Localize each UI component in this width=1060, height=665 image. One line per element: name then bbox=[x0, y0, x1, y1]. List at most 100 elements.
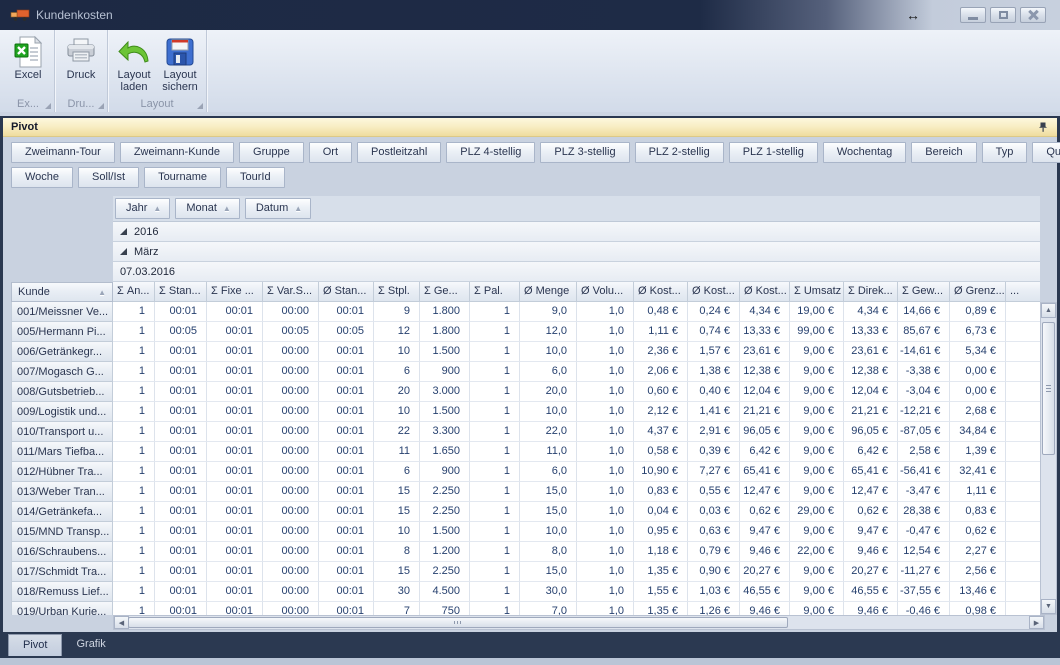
collapse-icon[interactable] bbox=[120, 228, 127, 235]
column-header[interactable]: Ø Volu... bbox=[577, 282, 634, 302]
column-header[interactable]: Σ Stan... bbox=[155, 282, 207, 302]
row-header[interactable]: 008/Gutsbetrieb... bbox=[11, 382, 113, 402]
column-header[interactable]: Ø Grenz... bbox=[950, 282, 1006, 302]
row-header[interactable]: 001/Meissner Ve... bbox=[11, 302, 113, 322]
data-cell: 9,00 € bbox=[790, 442, 844, 462]
column-header[interactable]: Σ Stpl. bbox=[374, 282, 420, 302]
scroll-up-icon[interactable]: ▲ bbox=[1041, 303, 1056, 318]
filter-field-chip-postleitzahl[interactable]: Postleitzahl bbox=[357, 142, 442, 163]
filter-field-chip-plz-4-stellig[interactable]: PLZ 4-stellig bbox=[446, 142, 536, 163]
row-header[interactable]: 017/Schmidt Tra... bbox=[11, 562, 113, 582]
restore-button[interactable] bbox=[990, 7, 1016, 23]
data-cell: 15,0 bbox=[520, 482, 577, 502]
data-cell: 1,57 € bbox=[688, 342, 740, 362]
data-cell: 12,04 € bbox=[844, 382, 898, 402]
data-cell: 1 bbox=[470, 382, 520, 402]
column-header[interactable]: Ø Kost... bbox=[688, 282, 740, 302]
pivot-band-m-rz[interactable]: März bbox=[113, 242, 1040, 262]
column-header[interactable]: Σ Fixe ... bbox=[207, 282, 263, 302]
filter-field-chip-zweimann-tour[interactable]: Zweimann-Tour bbox=[11, 142, 115, 163]
row-header[interactable]: 019/Urban Kurie... bbox=[11, 602, 113, 615]
pin-icon[interactable] bbox=[1037, 121, 1049, 133]
data-cell: 0,63 € bbox=[688, 522, 740, 542]
scroll-right-icon[interactable]: ▶ bbox=[1029, 616, 1044, 629]
column-header[interactable]: Ø Menge bbox=[520, 282, 577, 302]
filter-field-chip-plz-1-stellig[interactable]: PLZ 1-stellig bbox=[728, 142, 818, 163]
row-header[interactable]: 018/Remuss Lief... bbox=[11, 582, 113, 602]
filter-field-chip-ort[interactable]: Ort bbox=[308, 142, 353, 163]
excel-button[interactable]: Excel bbox=[6, 33, 50, 81]
filter-field-chip-bereich[interactable]: Bereich bbox=[911, 142, 977, 163]
filter-field-chip-wochentag[interactable]: Wochentag bbox=[822, 142, 907, 163]
dialog-launcher-icon[interactable] bbox=[197, 103, 203, 109]
horizontal-scrollbar[interactable]: ◀ ▶ bbox=[113, 615, 1045, 630]
filter-field-chip-woche[interactable]: Woche bbox=[11, 167, 74, 188]
data-cell: 15 bbox=[374, 482, 420, 502]
table-row: 1 00:01 00:01 00:00 00:01 11 1.650 1 11,0 1,0 0,58… bbox=[113, 442, 1040, 462]
data-cell: 30 bbox=[374, 582, 420, 602]
column-header[interactable]: Σ Gew... bbox=[898, 282, 950, 302]
row-header[interactable]: 013/Weber Tran... bbox=[11, 482, 113, 502]
column-header[interactable]: Σ An... bbox=[113, 282, 155, 302]
column-header[interactable]: Ø Stan... bbox=[319, 282, 374, 302]
column-header[interactable]: Σ Var.S... bbox=[263, 282, 319, 302]
column-field-chip-jahr[interactable]: Jahr ▲ bbox=[115, 198, 171, 219]
row-header[interactable]: 010/Transport u... bbox=[11, 422, 113, 442]
tab-pivot[interactable]: Pivot bbox=[8, 634, 63, 656]
row-header[interactable]: 009/Logistik und... bbox=[11, 402, 113, 422]
column-header[interactable]: Ø Kost... bbox=[740, 282, 790, 302]
horizontal-scrollbar-thumb[interactable] bbox=[128, 617, 788, 628]
data-cell: -3,04 € bbox=[898, 382, 950, 402]
dialog-launcher-icon[interactable] bbox=[98, 103, 104, 109]
collapse-icon[interactable] bbox=[120, 248, 127, 255]
dialog-launcher-icon[interactable] bbox=[45, 103, 51, 109]
filter-field-chip-zweimann-kunde[interactable]: Zweimann-Kunde bbox=[119, 142, 235, 163]
data-cell: 9 bbox=[374, 302, 420, 322]
row-header[interactable]: 012/Hübner Tra... bbox=[11, 462, 113, 482]
row-header[interactable]: 011/Mars Tiefba... bbox=[11, 442, 113, 462]
pivot-band-2016[interactable]: 2016 bbox=[113, 222, 1040, 242]
row-header[interactable]: 015/MND Transp... bbox=[11, 522, 113, 542]
row-header[interactable]: 005/Hermann Pi... bbox=[11, 322, 113, 342]
column-fields-row: Jahr ▲ Monat ▲ Datum ▲ bbox=[113, 196, 1040, 222]
data-cell: 1 bbox=[113, 542, 155, 562]
filter-field-chip-quartal[interactable]: Quartal bbox=[1032, 142, 1060, 163]
column-header[interactable]: Ø Kost... bbox=[634, 282, 688, 302]
row-header[interactable]: 006/Getränkegr... bbox=[11, 342, 113, 362]
data-cell: 9,00 € bbox=[790, 402, 844, 422]
vertical-scrollbar-thumb[interactable] bbox=[1042, 322, 1055, 455]
filter-field-chip-typ[interactable]: Typ bbox=[981, 142, 1028, 163]
column-field-chip-monat[interactable]: Monat ▲ bbox=[175, 198, 240, 219]
filter-field-chip-soll-ist[interactable]: Soll/Ist bbox=[78, 167, 140, 188]
tab-grafik[interactable]: Grafik bbox=[62, 634, 119, 656]
column-header[interactable]: Σ Ge... bbox=[420, 282, 470, 302]
filter-field-chip-plz-2-stellig[interactable]: PLZ 2-stellig bbox=[634, 142, 724, 163]
data-cell: 2,68 € bbox=[950, 402, 1006, 422]
layout-laden-button[interactable]: Layout laden bbox=[112, 33, 156, 93]
row-header[interactable]: 014/Getränkefa... bbox=[11, 502, 113, 522]
minimize-button[interactable] bbox=[960, 7, 986, 23]
pivot-band-07-03-2016[interactable]: 07.03.2016 bbox=[113, 262, 1040, 282]
column-header[interactable]: ... bbox=[1006, 282, 1040, 302]
row-field-chip-kunde[interactable]: Kunde ▲ bbox=[11, 282, 113, 302]
vertical-scrollbar[interactable]: ▲ ▼ bbox=[1040, 302, 1057, 615]
data-cell: -56,41 € bbox=[898, 462, 950, 482]
column-header[interactable]: Σ Umsatz bbox=[790, 282, 844, 302]
data-cell: 1,11 € bbox=[634, 322, 688, 342]
column-header[interactable]: Σ Pal. bbox=[470, 282, 520, 302]
filter-field-chip-gruppe[interactable]: Gruppe bbox=[239, 142, 304, 163]
row-header[interactable]: 016/Schraubens... bbox=[11, 542, 113, 562]
druck-button[interactable]: Druck bbox=[59, 33, 103, 81]
filter-field-chip-tourid[interactable]: TourId bbox=[225, 167, 285, 188]
column-header[interactable]: Σ Direk... bbox=[844, 282, 898, 302]
data-cell: 32,41 € bbox=[950, 462, 1006, 482]
column-field-chip-datum[interactable]: Datum ▲ bbox=[244, 198, 312, 219]
filter-field-chip-tourname[interactable]: Tourname bbox=[144, 167, 221, 188]
data-cell: 00:01 bbox=[319, 382, 374, 402]
layout-sichern-button[interactable]: Layout sichern bbox=[158, 33, 202, 93]
filter-field-chip-plz-3-stellig[interactable]: PLZ 3-stellig bbox=[540, 142, 630, 163]
close-button[interactable] bbox=[1020, 7, 1046, 23]
row-header[interactable]: 007/Mogasch G... bbox=[11, 362, 113, 382]
scroll-down-icon[interactable]: ▼ bbox=[1041, 599, 1056, 614]
scroll-left-icon[interactable]: ◀ bbox=[114, 616, 129, 629]
